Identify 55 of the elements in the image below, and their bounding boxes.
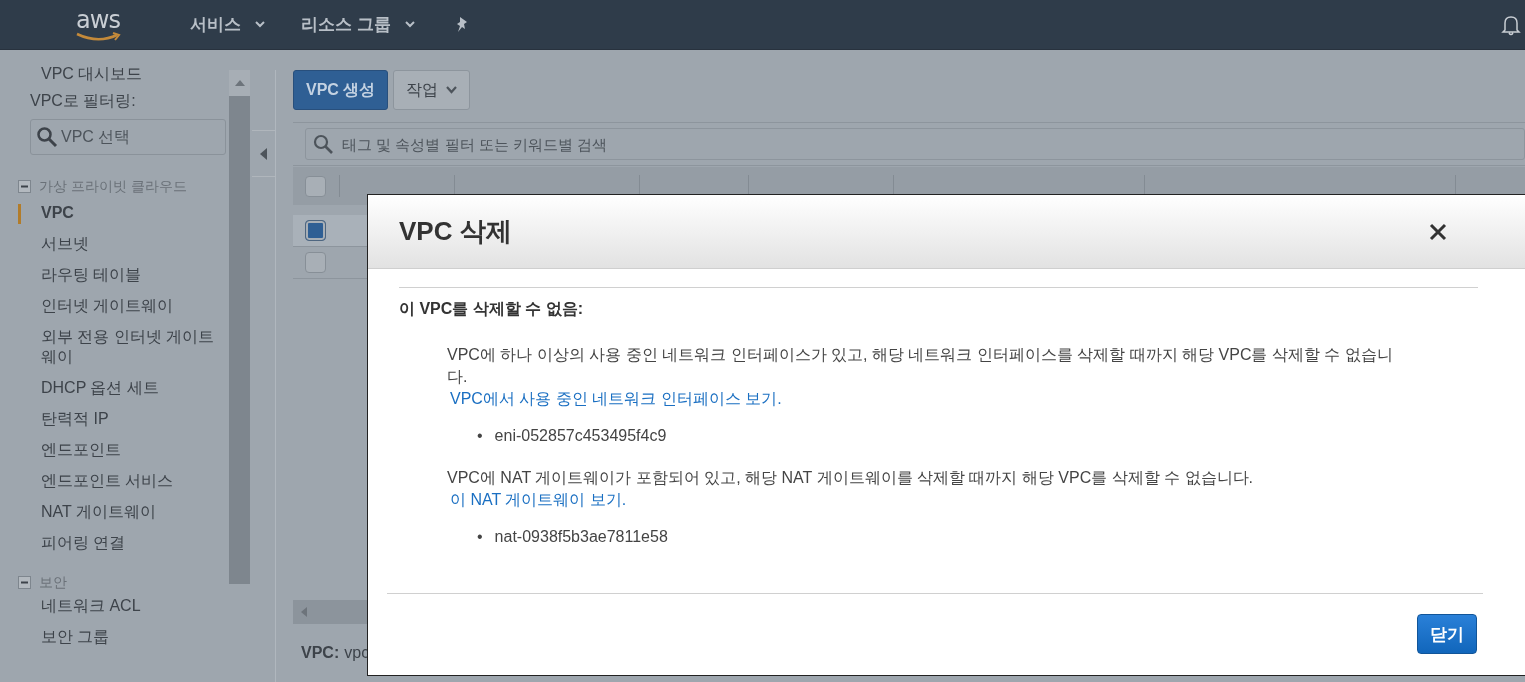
collapse-sidebar-button[interactable] [252,130,276,177]
error-message: VPC에 NAT 게이트웨이가 포함되어 있고, 해당 NAT 게이트웨이를 삭제할 때까지 해당 VPC를 삭제할 수 없습니다. [447,468,1254,488]
view-link[interactable]: 이 NAT 게이트웨이 보기. [447,489,627,511]
left-arrow-icon [260,147,267,160]
smile-icon [75,31,121,42]
sidebar-item[interactable]: NAT 게이트웨이 [0,497,229,528]
dashboard-link[interactable]: VPC 대시보드 [41,64,143,85]
error-heading: 이 VPC를 삭제할 수 없음: [399,299,584,319]
create-vpc-button[interactable]: VPC 생성 [293,70,389,110]
sidebar-item[interactable]: DHCP 옵션 세트 [0,373,229,404]
sidebar-item[interactable]: 피어링 연결 [0,528,229,559]
bullet: • [477,527,483,547]
close-icon [1429,222,1447,241]
close-button[interactable] [1429,222,1447,241]
sidebar-item[interactable]: 엔드포인트 [0,435,229,466]
sidebar-item[interactable]: VPC [0,198,229,229]
search-field[interactable]: 태그 및 속성별 필터 또는 키워드별 검색 [305,128,1525,160]
error-message: VPC에 하나 이상의 사용 중인 네트워크 인터페이스가 있고, 해당 네트워크 인터페이스를 삭제할 때까지 해당 VPC를 삭제할 수 없습니다. [447,345,1394,387]
checkbox[interactable] [305,252,326,273]
bell-icon[interactable] [1501,13,1521,36]
search-icon [36,126,58,148]
sidebar-item[interactable]: 라우팅 테이블 [0,260,229,291]
scrollbar[interactable] [229,70,250,584]
vpc-select-field[interactable]: VPC 선택 [30,119,226,155]
sidebar-item[interactable]: 탄력적 IP [0,404,229,435]
caret-icon [255,21,265,28]
close-dialog-button[interactable]: 닫기 [1417,614,1477,654]
view-link[interactable]: VPC에서 사용 중인 네트워크 인터페이스 보기. [447,388,782,410]
collapse-icon[interactable] [18,575,31,589]
search-icon [313,134,333,154]
resource-id: nat-0938f5b3ae7811e58 [494,527,668,547]
caret-icon [404,21,415,28]
checkbox[interactable] [305,220,326,241]
collapse-icon[interactable] [18,179,31,193]
caret-icon [446,86,458,94]
checkbox[interactable] [305,175,326,197]
sidebar-item[interactable]: 보안 그룹 [0,622,229,653]
menu-button[interactable]: 서비스 [190,13,265,36]
horizontal-scrollbar[interactable] [293,600,367,624]
sidebar-item[interactable]: 네트워크 ACL [0,591,229,622]
table-row[interactable] [293,215,367,247]
sidebar-item[interactable]: 서브넷 [0,229,229,260]
detail-label: VPC: [301,644,340,662]
resource-id: eni-052857c453495f4c9 [494,426,667,446]
dialog-title: VPC 삭제 [399,215,513,248]
filter-label: VPC로 필터링: [30,91,137,111]
bullet: • [477,426,483,446]
aws-logo[interactable]: aws [72,7,124,42]
sidebar-item[interactable]: 외부 전용 인터넷 게이트웨이 [0,322,229,373]
menu-button[interactable]: 리소스 그룹 [301,13,415,36]
actions-button[interactable]: 작업 [393,70,471,110]
sidebar-item[interactable]: 엔드포인트 서비스 [0,466,229,497]
left-arrow-icon [301,607,307,617]
up-arrow-icon[interactable] [234,80,245,86]
sidebar-item[interactable]: 인터넷 게이트웨이 [0,291,229,322]
